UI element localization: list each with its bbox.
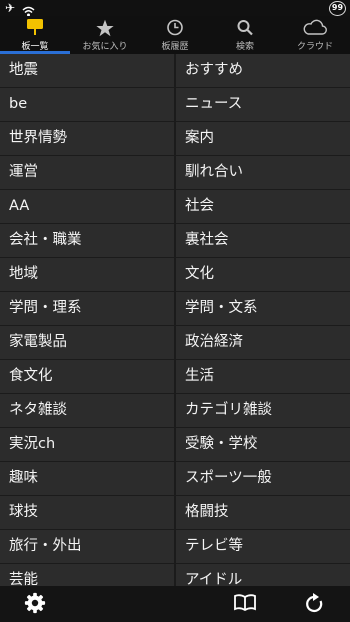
- tab-label: お気に入り: [82, 42, 128, 52]
- tab-label: 板履歴: [161, 42, 189, 52]
- board-category-item[interactable]: 食文化: [0, 360, 174, 393]
- bottom-toolbar: [0, 586, 350, 622]
- gear-icon[interactable]: [24, 592, 46, 618]
- book-icon[interactable]: [234, 594, 256, 616]
- board-category-item[interactable]: 世界情勢: [0, 122, 174, 155]
- board-category-item[interactable]: 運営: [0, 156, 174, 189]
- board-category-item[interactable]: 裏社会: [176, 224, 350, 257]
- board-category-item[interactable]: 政治経済: [176, 326, 350, 359]
- board-category-item[interactable]: 学問・理系: [0, 292, 174, 325]
- board-category-item[interactable]: 球技: [0, 496, 174, 529]
- board-category-item[interactable]: be: [0, 88, 174, 121]
- status-bar: ✈ 99: [0, 0, 350, 17]
- tab-search[interactable]: 検索: [210, 16, 280, 54]
- board-category-item[interactable]: 文化: [176, 258, 350, 291]
- cloud-icon: [303, 19, 327, 40]
- board-category-item[interactable]: 馴れ合い: [176, 156, 350, 189]
- star-icon: [96, 19, 115, 41]
- tab-cloud[interactable]: クラウド: [280, 16, 350, 54]
- airplane-icon: ✈: [5, 1, 16, 15]
- tab-label: クラウド: [296, 42, 333, 52]
- board-category-item[interactable]: 案内: [176, 122, 350, 155]
- tab-board-history[interactable]: 板履歴: [140, 16, 210, 54]
- tab-favorites[interactable]: お気に入り: [70, 16, 140, 54]
- board-category-item[interactable]: 地震: [0, 54, 174, 87]
- board-category-item[interactable]: 趣味: [0, 462, 174, 495]
- tab-bar: 板一覧 お気に入り 板履歴 検索 クラウド: [0, 16, 350, 54]
- board-category-item[interactable]: カテゴリ雑談: [176, 394, 350, 427]
- board-category-item[interactable]: AA: [0, 190, 174, 223]
- board-category-item[interactable]: 家電製品: [0, 326, 174, 359]
- board-category-item[interactable]: 生活: [176, 360, 350, 393]
- tab-board-list[interactable]: 板一覧: [0, 16, 70, 54]
- board-category-item[interactable]: おすすめ: [176, 54, 350, 87]
- board-category-item[interactable]: スポーツ一般: [176, 462, 350, 495]
- board-list-icon: [27, 19, 43, 40]
- refresh-icon[interactable]: [305, 592, 325, 618]
- board-category-item[interactable]: アイドル: [176, 564, 350, 586]
- clock-icon: [167, 19, 184, 40]
- board-category-item[interactable]: ニュース: [176, 88, 350, 121]
- battery-indicator: 99: [329, 1, 346, 16]
- board-category-item[interactable]: 学問・文系: [176, 292, 350, 325]
- board-category-item[interactable]: 社会: [176, 190, 350, 223]
- board-category-item[interactable]: 実況ch: [0, 428, 174, 461]
- board-category-item[interactable]: 地域: [0, 258, 174, 291]
- tab-label: 検索: [235, 42, 254, 52]
- board-category-item[interactable]: 旅行・外出: [0, 530, 174, 563]
- board-category-item[interactable]: 受験・学校: [176, 428, 350, 461]
- board-category-item[interactable]: 格闘技: [176, 496, 350, 529]
- board-category-item[interactable]: ネタ雑談: [0, 394, 174, 427]
- board-category-item[interactable]: テレビ等: [176, 530, 350, 563]
- board-category-grid: 地震 おすすめ be ニュース 世界情勢 案内 運営 馴れ合い AA 社会 会社・職業 裏社会 地域 文化…: [0, 54, 350, 586]
- board-category-item[interactable]: 会社・職業: [0, 224, 174, 257]
- search-icon: [237, 19, 254, 40]
- board-category-item[interactable]: 芸能: [0, 564, 174, 586]
